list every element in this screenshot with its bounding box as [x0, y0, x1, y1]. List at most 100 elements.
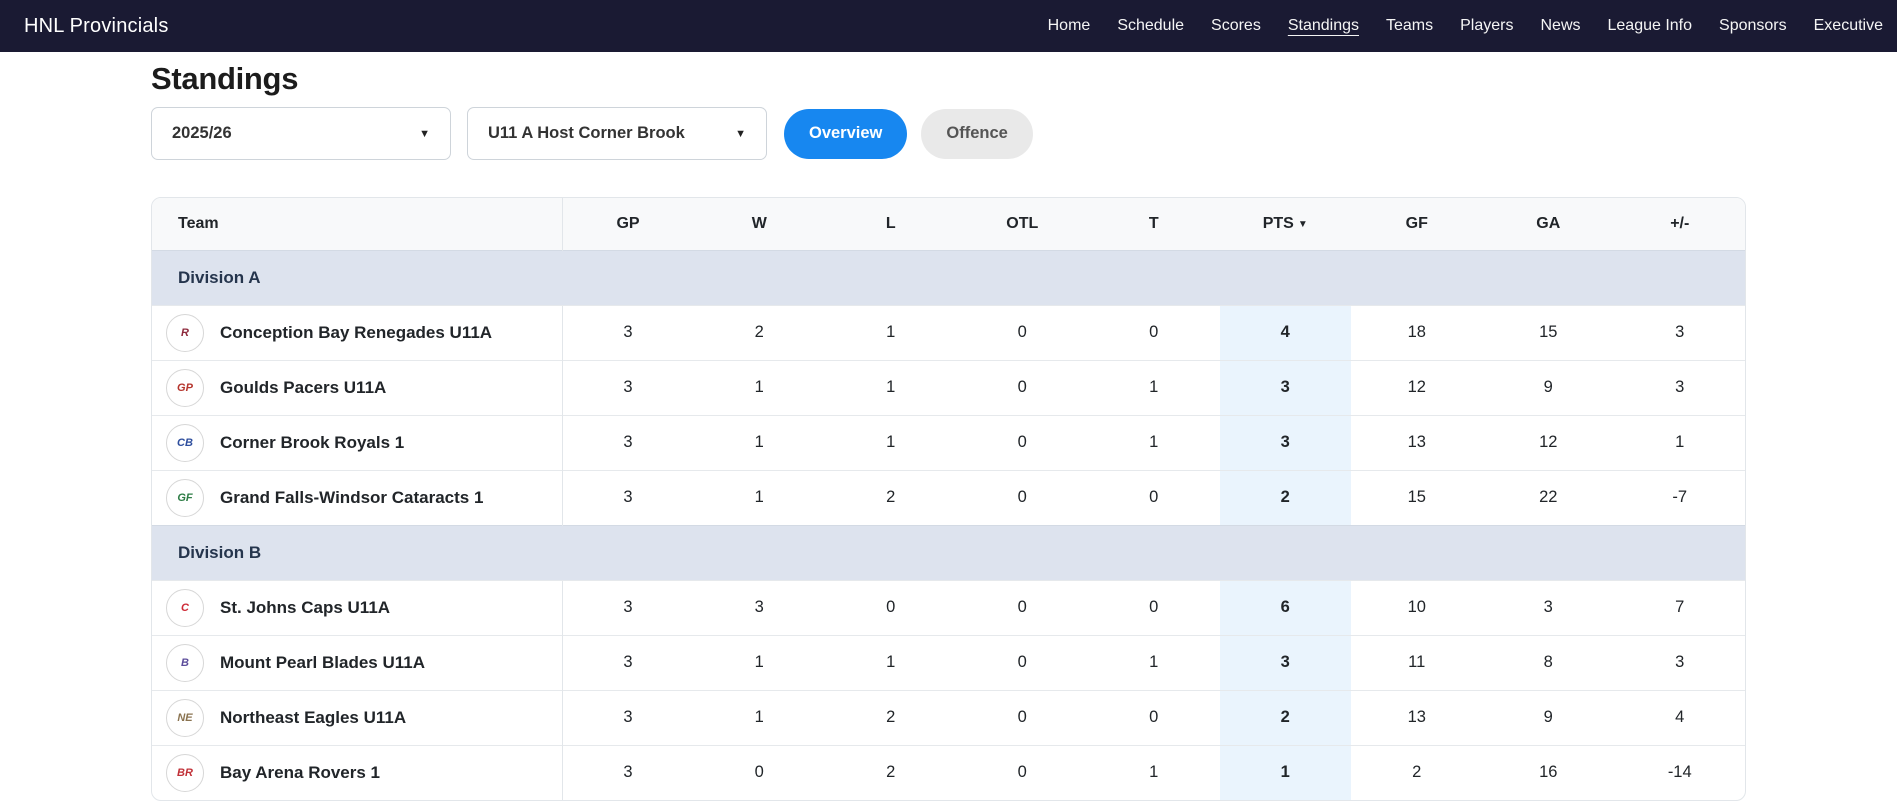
- column-header-otl[interactable]: OTL: [956, 198, 1088, 250]
- stat-gp: 3: [561, 634, 694, 690]
- team-logo-initials: R: [181, 326, 189, 339]
- team-cell: BR Bay Arena Rovers 1: [152, 744, 562, 800]
- nav-item-league-info[interactable]: League Info: [1608, 17, 1693, 35]
- table-row[interactable]: B Mount Pearl Blades U11A 3 1 1 0 1 3 11…: [152, 634, 1745, 690]
- column-header-gf[interactable]: GF: [1351, 198, 1483, 250]
- stat-gp: 3: [561, 359, 694, 415]
- stat-ga: 15: [1482, 304, 1614, 360]
- stat-pts: 3: [1219, 414, 1351, 470]
- column-header-w[interactable]: W: [693, 198, 825, 250]
- stat-w: 1: [693, 414, 825, 470]
- team-logo-initials: BR: [177, 766, 193, 779]
- nav-item-sponsors[interactable]: Sponsors: [1719, 17, 1787, 35]
- stat-w: 1: [693, 469, 825, 525]
- table-row[interactable]: CB Corner Brook Royals 1 3 1 1 0 1 3 13 …: [152, 414, 1745, 470]
- team-logo-icon: GP: [166, 368, 204, 407]
- stat-gp: 3: [561, 414, 694, 470]
- team-logo-icon: CB: [166, 423, 204, 462]
- team-name: Corner Brook Royals 1: [220, 432, 405, 452]
- stat-plusminus: 3: [1614, 634, 1745, 690]
- season-select[interactable]: 2025/26 ▼: [151, 107, 451, 160]
- table-row[interactable]: C St. Johns Caps U11A 3 3 0 0 0 6 10 3 7: [152, 579, 1745, 635]
- standings-table-wrap: Team GP W L OTL T PTS ▼ GF GA +/- Divisio…: [151, 197, 1746, 801]
- stat-t: 1: [1088, 359, 1220, 415]
- division-row: Division B: [152, 524, 1745, 580]
- offence-tab-button[interactable]: Offence: [921, 108, 1033, 159]
- stat-plusminus: 4: [1614, 689, 1745, 745]
- stat-gf: 2: [1351, 744, 1483, 800]
- stat-w: 0: [693, 744, 825, 800]
- chevron-down-icon: ▼: [735, 127, 746, 140]
- stat-t: 0: [1088, 579, 1220, 635]
- stat-t: 1: [1088, 744, 1220, 800]
- column-header-l[interactable]: L: [825, 198, 957, 250]
- table-row[interactable]: BR Bay Arena Rovers 1 3 0 2 0 1 1 2 16 -…: [152, 744, 1745, 800]
- stat-t: 0: [1088, 689, 1220, 745]
- column-header-gp[interactable]: GP: [561, 198, 694, 250]
- stat-pts: 6: [1219, 579, 1351, 635]
- team-logo-icon: BR: [166, 753, 204, 792]
- stat-gp: 3: [561, 744, 694, 800]
- team-logo-icon: C: [166, 588, 204, 627]
- column-header-team[interactable]: Team: [152, 198, 562, 250]
- overview-tab-button[interactable]: Overview: [784, 108, 908, 159]
- nav-item-teams[interactable]: Teams: [1386, 17, 1433, 35]
- table-row[interactable]: NE Northeast Eagles U11A 3 1 2 0 0 2 13 …: [152, 689, 1745, 745]
- column-header-plusminus[interactable]: +/-: [1614, 198, 1745, 250]
- team-cell: R Conception Bay Renegades U11A: [152, 304, 562, 360]
- nav-item-standings[interactable]: Standings: [1288, 17, 1359, 35]
- stat-otl: 0: [956, 689, 1088, 745]
- team-name: Goulds Pacers U11A: [220, 377, 387, 397]
- table-row[interactable]: R Conception Bay Renegades U11A 3 2 1 0 …: [152, 304, 1745, 360]
- division-label: Division B: [178, 542, 262, 562]
- nav-item-scores[interactable]: Scores: [1211, 17, 1261, 35]
- column-header-ga[interactable]: GA: [1482, 198, 1614, 250]
- stat-t: 0: [1088, 304, 1220, 360]
- table-row[interactable]: GF Grand Falls-Windsor Cataracts 1 3 1 2…: [152, 469, 1745, 525]
- stat-pts: 3: [1219, 359, 1351, 415]
- stat-l: 2: [825, 469, 957, 525]
- nav-item-players[interactable]: Players: [1460, 17, 1513, 35]
- stat-gp: 3: [561, 579, 694, 635]
- season-select-value: 2025/26: [172, 124, 232, 142]
- team-logo-initials: NE: [177, 711, 193, 724]
- stat-w: 1: [693, 634, 825, 690]
- stat-l: 0: [825, 579, 957, 635]
- stat-ga: 16: [1482, 744, 1614, 800]
- stat-ga: 9: [1482, 359, 1614, 415]
- filters-row: 2025/26 ▼ U11 A Host Corner Brook ▼ Over…: [151, 107, 1746, 160]
- brand-title[interactable]: HNL Provincials: [24, 15, 169, 38]
- stat-ga: 3: [1482, 579, 1614, 635]
- nav-item-home[interactable]: Home: [1048, 17, 1091, 35]
- team-cell: GF Grand Falls-Windsor Cataracts 1: [152, 469, 562, 525]
- top-navbar: HNL Provincials Home Schedule Scores Sta…: [0, 0, 1897, 52]
- stat-gf: 18: [1351, 304, 1483, 360]
- table-header-row: Team GP W L OTL T PTS ▼ GF GA +/-: [152, 198, 1745, 250]
- main-content: Standings 2025/26 ▼ U11 A Host Corner Br…: [151, 60, 1746, 801]
- group-select-value: U11 A Host Corner Brook: [488, 124, 685, 142]
- stat-otl: 0: [956, 414, 1088, 470]
- stat-w: 3: [693, 579, 825, 635]
- stat-gf: 13: [1351, 689, 1483, 745]
- stat-pts: 3: [1219, 634, 1351, 690]
- division-label: Division A: [178, 267, 261, 287]
- stat-l: 2: [825, 689, 957, 745]
- stat-w: 2: [693, 304, 825, 360]
- nav-item-schedule[interactable]: Schedule: [1117, 17, 1184, 35]
- nav-item-news[interactable]: News: [1540, 17, 1580, 35]
- stat-ga: 12: [1482, 414, 1614, 470]
- stat-gp: 3: [561, 304, 694, 360]
- column-header-pts[interactable]: PTS ▼: [1219, 198, 1351, 250]
- stat-t: 0: [1088, 469, 1220, 525]
- group-select[interactable]: U11 A Host Corner Brook ▼: [467, 107, 767, 160]
- team-logo-icon: NE: [166, 698, 204, 737]
- stat-gf: 10: [1351, 579, 1483, 635]
- stat-t: 1: [1088, 414, 1220, 470]
- chevron-down-icon: ▼: [419, 127, 430, 140]
- team-logo-icon: R: [166, 313, 204, 352]
- stat-pts: 4: [1219, 304, 1351, 360]
- nav-item-executive[interactable]: Executive: [1814, 17, 1883, 35]
- stat-gf: 13: [1351, 414, 1483, 470]
- table-row[interactable]: GP Goulds Pacers U11A 3 1 1 0 1 3 12 9 3: [152, 359, 1745, 415]
- column-header-t[interactable]: T: [1088, 198, 1220, 250]
